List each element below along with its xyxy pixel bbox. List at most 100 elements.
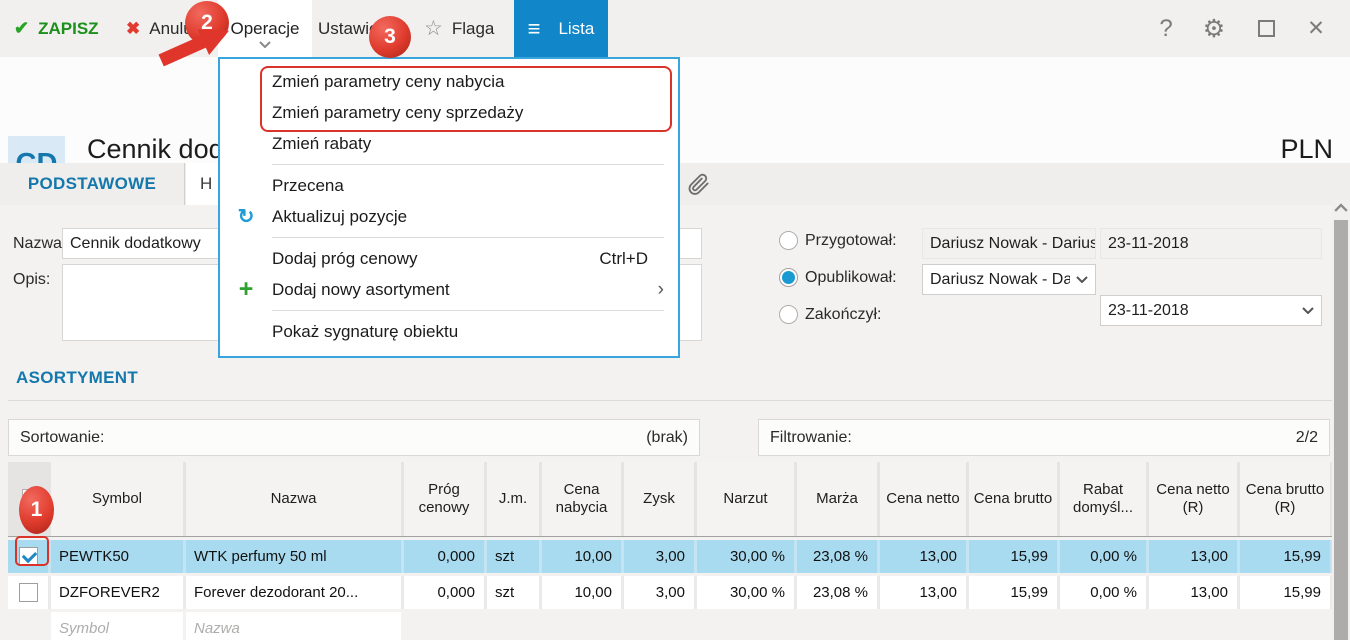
published-radio-row: Opublikował: — [779, 268, 897, 287]
cell-prog-cenowy: 0,000 — [404, 540, 484, 573]
menu-item-label: Przecena — [272, 176, 344, 196]
new-row-name-cell — [186, 612, 401, 640]
published-date-value: 23-11-2018 — [1108, 302, 1189, 320]
table-row-dzforever2[interactable]: DZFOREVER2 Forever dezodorant 20... 0,00… — [8, 576, 1332, 609]
cell-cena-nabycia: 10,00 — [542, 576, 621, 609]
dropdown-chevron-icon — [1302, 307, 1314, 314]
finished-radio[interactable] — [779, 305, 798, 324]
maximize-icon — [1258, 20, 1275, 37]
plus-icon: + — [220, 275, 272, 304]
attachment-paperclip-icon[interactable] — [686, 170, 712, 198]
tab-podstawowe[interactable]: PODSTAWOWE — [0, 163, 185, 205]
menu-item-label: Zmień rabaty — [272, 134, 371, 154]
menu-separator — [272, 310, 664, 311]
annotation-red-box-checkbox — [15, 536, 49, 566]
column-header[interactable]: Cena brutto — [969, 462, 1057, 536]
new-row-checkbox-spacer — [8, 612, 48, 640]
cell-cena-brutto: 15,99 — [969, 576, 1057, 609]
column-header[interactable]: Próg cenowy — [404, 462, 484, 536]
new-row-symbol-cell — [51, 612, 183, 640]
new-name-input[interactable] — [186, 612, 401, 640]
flag-button[interactable]: ☆ Flaga — [424, 0, 494, 57]
prepared-radio-row: Przygotował: — [779, 231, 897, 250]
menu-item-pokaz-sygnature[interactable]: Pokaż sygnaturę obiektu — [220, 316, 678, 347]
star-icon: ☆ — [424, 16, 443, 41]
cell-marza: 23,08 % — [797, 576, 877, 609]
annotation-balloon-3: 3 — [369, 16, 411, 58]
cell-marza: 23,08 % — [797, 540, 877, 573]
save-label: ZAPISZ — [38, 19, 98, 39]
menu-item-label: Pokaż sygnaturę obiektu — [272, 322, 458, 342]
scroll-up-icon[interactable] — [1334, 203, 1348, 213]
window-settings-button[interactable]: ⚙ — [1194, 0, 1234, 57]
column-header[interactable]: Symbol — [51, 462, 183, 536]
currency-label: PLN — [1280, 134, 1333, 165]
cell-cena-netto-r: 13,00 — [1149, 576, 1237, 609]
table-header-row: Symbol Nazwa Próg cenowy J.m. Cena nabyc… — [8, 462, 1332, 537]
menu-item-zmien-parametry-nabycia[interactable]: Zmień parametry ceny nabycia — [220, 66, 678, 97]
cell-rabat: 0,00 % — [1060, 540, 1146, 573]
column-header[interactable]: Zysk — [624, 462, 694, 536]
column-header[interactable]: Cena netto (R) — [1149, 462, 1237, 536]
maximize-button[interactable] — [1246, 0, 1286, 57]
menu-separator — [272, 237, 664, 238]
column-header[interactable]: Cena netto — [880, 462, 966, 536]
prepared-radio[interactable] — [779, 231, 798, 250]
published-label: Opublikował: — [805, 269, 897, 287]
column-header[interactable]: Cena nabycia — [542, 462, 621, 536]
save-button[interactable]: ✔ ZAPISZ — [14, 0, 99, 57]
cell-jm: szt — [487, 576, 539, 609]
column-header[interactable]: Rabat domyśl... — [1060, 462, 1146, 536]
menu-item-dodaj-nowy-asortyment[interactable]: + Dodaj nowy asortyment › — [220, 274, 678, 305]
list-button[interactable]: ≡ Lista — [514, 0, 608, 57]
table-row-pewtk50[interactable]: PEWTK50 WTK perfumy 50 ml 0,000 szt 10,0… — [8, 540, 1332, 573]
gear-icon: ⚙ — [1203, 14, 1225, 44]
filtering-count: 2/2 — [1296, 429, 1318, 447]
name-field-label: Nazwa: — [13, 235, 66, 253]
cell-zysk: 3,00 — [624, 576, 694, 609]
column-header[interactable]: J.m. — [487, 462, 539, 536]
help-button[interactable]: ? — [1146, 0, 1186, 57]
menu-item-label: Zmień parametry ceny nabycia — [272, 72, 504, 92]
cell-nazwa: Forever dezodorant 20... — [186, 576, 401, 609]
chevron-down-icon — [259, 41, 271, 48]
help-icon: ? — [1159, 15, 1172, 43]
published-radio[interactable] — [779, 268, 798, 287]
column-header[interactable]: Narzut — [697, 462, 794, 536]
sorting-bar[interactable]: Sortowanie: (brak) — [8, 419, 700, 456]
list-label: Lista — [558, 19, 594, 39]
close-icon: ✕ — [1307, 16, 1325, 41]
flag-label: Flaga — [452, 19, 495, 39]
scrollbar-thumb[interactable] — [1334, 220, 1348, 640]
new-symbol-input[interactable] — [51, 612, 183, 640]
operations-dropdown-menu: Zmień parametry ceny nabycia Zmień param… — [218, 57, 680, 358]
operations-label: Operacje — [231, 19, 300, 39]
menu-item-label: Zmień parametry ceny sprzedaży — [272, 103, 523, 123]
menu-separator — [272, 164, 664, 165]
column-header[interactable]: Marża — [797, 462, 877, 536]
cell-narzut: 30,00 % — [697, 540, 794, 573]
close-button[interactable]: ✕ — [1296, 0, 1336, 57]
menu-item-zmien-rabaty[interactable]: Zmień rabaty — [220, 128, 678, 159]
cell-jm: szt — [487, 540, 539, 573]
column-header[interactable]: Nazwa — [186, 462, 401, 536]
published-user-value: Dariusz Nowak - Dariusz N — [930, 271, 1070, 289]
published-date-dropdown[interactable]: 23-11-2018 — [1100, 295, 1322, 326]
prepared-date-field: 23-11-2018 — [1100, 228, 1322, 259]
cell-rabat: 0,00 % — [1060, 576, 1146, 609]
menu-item-label: Aktualizuj pozycje — [272, 207, 407, 227]
menu-item-dodaj-prog-cenowy[interactable]: Dodaj próg cenowy Ctrl+D — [220, 243, 678, 274]
filtering-bar[interactable]: Filtrowanie: 2/2 — [758, 419, 1330, 456]
published-user-dropdown[interactable]: Dariusz Nowak - Dariusz N — [922, 264, 1096, 295]
section-divider — [8, 400, 1332, 401]
column-header[interactable]: Cena brutto (R) — [1240, 462, 1330, 536]
menu-item-label: Dodaj próg cenowy — [272, 249, 418, 269]
row-checkbox-unchecked[interactable] — [19, 583, 38, 602]
x-icon: ✖ — [126, 19, 140, 39]
menu-item-aktualizuj-pozycje[interactable]: ↻ Aktualizuj pozycje — [220, 201, 678, 232]
cell-cena-netto: 13,00 — [880, 576, 966, 609]
cell-cena-brutto: 15,99 — [969, 540, 1057, 573]
menu-item-zmien-parametry-sprzedazy[interactable]: Zmień parametry ceny sprzedaży — [220, 97, 678, 128]
cell-narzut: 30,00 % — [697, 576, 794, 609]
menu-item-przecena[interactable]: Przecena — [220, 170, 678, 201]
